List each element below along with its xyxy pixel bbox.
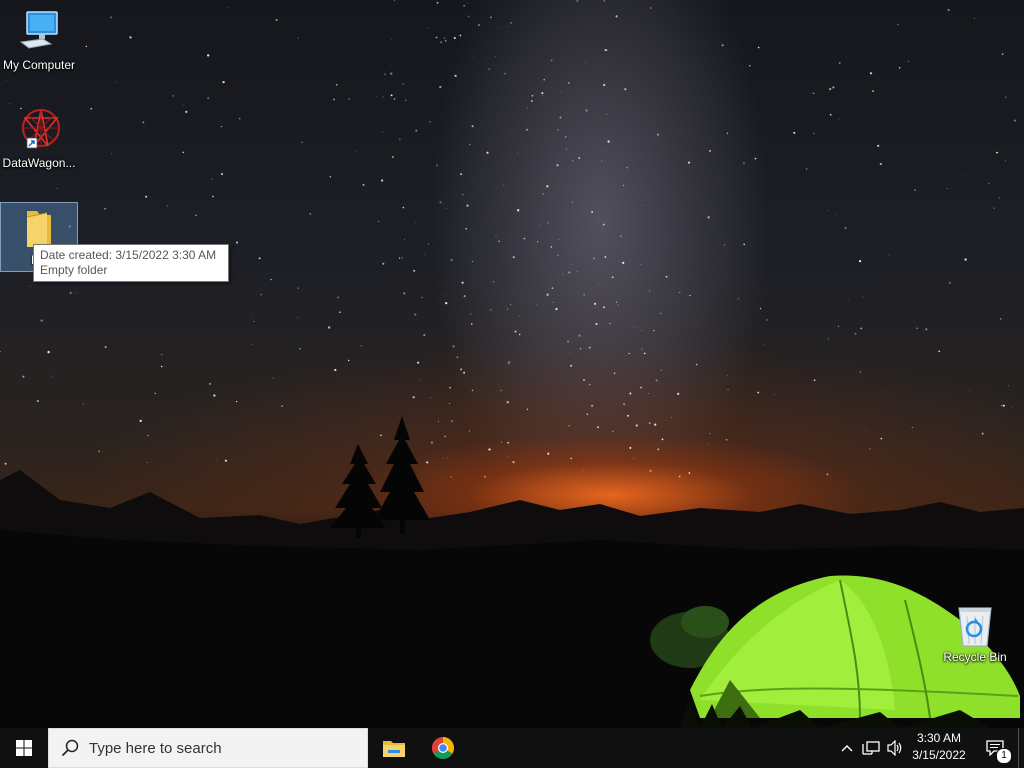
taskbar-chrome[interactable]: [419, 728, 467, 768]
tooltip-folder-status: Empty folder: [40, 263, 108, 277]
desktop-icon-datawagon[interactable]: DataWagon...: [1, 106, 77, 170]
tray-network[interactable]: [860, 728, 882, 768]
taskbar-file-explorer[interactable]: [370, 728, 418, 768]
notification-count-badge: 1: [996, 748, 1012, 764]
taskbar-search-box[interactable]: Type here to search: [48, 728, 368, 768]
taskbar-clock[interactable]: 3:30 AM 3/15/2022: [906, 730, 972, 766]
datawagon-app-icon: [22, 109, 60, 149]
tray-volume[interactable]: [884, 728, 906, 768]
folder-tooltip: Date created: 3/15/2022 3:30 AM Empty fo…: [33, 244, 229, 282]
clock-date: 3/15/2022: [912, 748, 966, 762]
recycle-bin-icon: [958, 607, 992, 647]
windows-logo-icon: [16, 740, 32, 756]
tray-show-hidden-icons[interactable]: [838, 728, 856, 768]
clock-time: 3:30 AM: [916, 731, 962, 745]
chevron-up-icon: [841, 745, 853, 752]
chrome-icon: [432, 737, 454, 759]
show-desktop-button[interactable]: [1018, 728, 1024, 768]
volume-icon: [887, 740, 902, 756]
desktop-icon-my-computer[interactable]: My Computer: [1, 8, 77, 72]
taskbar: Type here to search 3:30 AM 3/15/2022 1: [0, 728, 1024, 768]
search-placeholder[interactable]: Type here to search: [89, 740, 222, 757]
desktop[interactable]: My Computer DataWagon... My Recycle Bin: [0, 0, 1024, 728]
desktop-icon-label: Recycle Bin: [943, 650, 1007, 664]
computer-icon: [19, 11, 58, 49]
desktop-icon-label: DataWagon...: [2, 156, 76, 170]
start-button[interactable]: [0, 728, 48, 768]
network-icon: [862, 741, 880, 755]
action-center-button[interactable]: 1: [980, 728, 1012, 768]
landscape-wallpaper: [0, 416, 1024, 728]
search-icon: [61, 739, 79, 757]
desktop-icon-label: My Computer: [2, 58, 76, 72]
desktop-icon-recycle-bin[interactable]: Recycle Bin: [937, 600, 1013, 664]
file-explorer-icon: [383, 741, 405, 757]
tooltip-date-created: Date created: 3/15/2022 3:30 AM: [40, 248, 217, 262]
